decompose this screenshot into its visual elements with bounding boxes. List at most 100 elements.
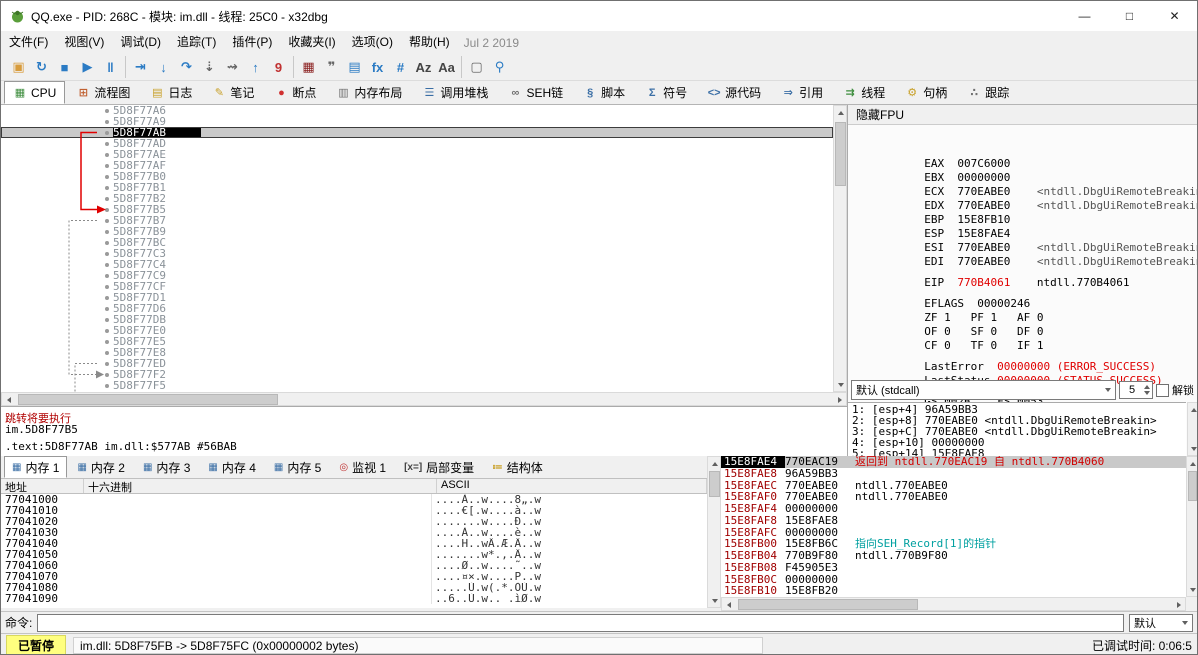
arg-count-stepper[interactable]: 5 <box>1119 381 1153 399</box>
calling-convention-select[interactable]: 默认 (stdcall) <box>851 380 1116 400</box>
scroll-up-icon[interactable] <box>1187 457 1197 470</box>
tab-struct[interactable]: ≔ 结构体 <box>484 456 551 478</box>
stack-row[interactable]: 15E8FB04 770B9F80 ntdll.770B9F80 <box>721 550 1186 562</box>
strings-icon[interactable]: Az <box>412 56 435 78</box>
breakpoint-dot[interactable] <box>101 237 113 248</box>
skip-icon[interactable]: 9 <box>267 56 290 78</box>
memory-row[interactable]: 77041040 1C 04 1E 08 48 8D 04 77 C4 0C C… <box>1 538 707 549</box>
tab-seh[interactable]: ∞ SEH链 <box>499 81 572 104</box>
breakpoint-dot[interactable] <box>101 369 113 380</box>
menu-file[interactable]: 文件(F) <box>1 31 56 54</box>
memory-row[interactable]: 77041020 02 00 0E 00 00 8D 04 77 12 04 1… <box>1 516 707 527</box>
stack-row[interactable]: 15E8FAE8 96A59BB3 <box>721 467 1186 480</box>
stack-row[interactable]: 15E8FAF8 15E8FAE8 <box>721 514 1186 527</box>
tab-trace[interactable]: ∴ 跟踪 <box>958 81 1018 104</box>
breakpoint-dot[interactable] <box>101 325 113 336</box>
breakpoint-dot[interactable] <box>101 358 113 369</box>
disasm-horizontal-scrollbar[interactable] <box>1 392 847 406</box>
breakpoint-dot[interactable] <box>101 138 113 149</box>
call-arguments-list[interactable]: 1: [esp+4] 96A59BB3 2: [esp+8] 770EABE0 <… <box>848 402 1186 456</box>
memory-row[interactable]: 77041030 0C 00 0E 00 C0 8B 04 77 05 00 0… <box>1 527 707 538</box>
restart-icon[interactable]: ↻ <box>30 56 53 78</box>
stack-row[interactable]: 15E8FB10 15E8FB20 <box>721 585 1186 597</box>
scroll-thumb[interactable] <box>738 599 918 610</box>
args-vertical-scrollbar[interactable] <box>1187 402 1197 456</box>
breakpoint-dot[interactable] <box>101 193 113 204</box>
breakpoint-dot[interactable] <box>101 160 113 171</box>
call-argument[interactable]: 5: [esp+14] 15E8FAE8 <box>852 448 1186 456</box>
memory-window-icon[interactable]: ▢ <box>465 56 488 78</box>
scroll-up-icon[interactable] <box>1188 403 1197 416</box>
tab-dump-4[interactable]: ▦ 内存 4 <box>200 456 263 478</box>
scroll-right-icon[interactable] <box>833 393 846 406</box>
scroll-thumb[interactable] <box>835 122 846 186</box>
tab-log[interactable]: ▤ 日志 <box>141 81 201 104</box>
scroll-down-icon[interactable] <box>834 378 847 391</box>
memory-dump[interactable]: 77041000 16 04 13 08 C0 8B 04 77 14 00 1… <box>1 494 707 608</box>
breakpoint-dot[interactable] <box>101 336 113 347</box>
memory-row[interactable]: 77041070 08 00 0A 00 A4 D7 04 77 18 00 1… <box>1 571 707 582</box>
stop-icon[interactable]: ■ <box>53 56 76 78</box>
scroll-thumb[interactable] <box>18 394 278 405</box>
stack-row[interactable]: 15E8FAF4 00000000 <box>721 503 1186 515</box>
tab-notes[interactable]: ✎ 笔记 <box>203 81 263 104</box>
stack-row[interactable]: 15E8FAE4 770EAC19 返回到 ntdll.770EAC19 自 n… <box>721 456 1186 468</box>
tab-handles[interactable]: ⚙ 句柄 <box>896 81 956 104</box>
disassembly-view[interactable]: 5D8F77A6 897D F4 mov dword ptr ss:[ebp-C… <box>1 105 833 392</box>
memory-row[interactable]: 77041050 1C 00 1E 00 14 8D 04 77 2A 0C 2… <box>1 549 707 560</box>
menu-debug[interactable]: 调试(D) <box>112 31 169 54</box>
scroll-thumb[interactable] <box>709 471 720 497</box>
memory-row[interactable]: 77041060 08 00 0A 00 D8 8B 04 77 02 04 0… <box>1 560 707 571</box>
menu-view[interactable]: 视图(V) <box>56 31 112 54</box>
tab-cpu[interactable]: ▦ CPU <box>4 81 66 104</box>
run-to-user-code-icon[interactable]: ⇥ <box>129 56 152 78</box>
scroll-thumb[interactable] <box>1188 471 1197 501</box>
run-icon[interactable]: ▶ <box>76 56 99 78</box>
execute-till-return-icon[interactable]: ↑ <box>244 56 267 78</box>
tab-threads[interactable]: ⇉ 线程 <box>834 81 894 104</box>
tab-memory-map[interactable]: ▥ 内存布局 <box>327 81 411 104</box>
breakpoint-dot[interactable] <box>101 259 113 270</box>
breakpoint-dot[interactable] <box>101 248 113 259</box>
memory-row[interactable]: 77041080 1C 00 1E 00 0C D9 04 77 28 00 2… <box>1 582 707 593</box>
tab-breakpoints[interactable]: ● 断点 <box>265 81 325 104</box>
hash-icon[interactable]: # <box>389 56 412 78</box>
comments-icon[interactable]: ❞ <box>320 56 343 78</box>
breakpoint-dot[interactable] <box>101 226 113 237</box>
unlock-checkbox[interactable]: 解锁 <box>1156 382 1196 398</box>
tab-locals[interactable]: [x=] 局部变量 <box>396 456 482 478</box>
breakpoint-dot[interactable] <box>101 292 113 303</box>
tab-dump-5[interactable]: ▦ 内存 5 <box>266 456 329 478</box>
breakpoint-dot[interactable] <box>101 281 113 292</box>
breakpoint-dot[interactable] <box>101 171 113 182</box>
breakpoint-dot[interactable] <box>101 347 113 358</box>
scroll-down-icon[interactable] <box>1187 583 1197 596</box>
menu-trace[interactable]: 追踪(T) <box>169 31 224 54</box>
stack-horizontal-scrollbar[interactable] <box>721 597 1186 611</box>
font-icon[interactable]: Aa <box>435 56 458 78</box>
tab-graph[interactable]: ⊞ 流程图 <box>67 81 139 104</box>
scroll-up-icon[interactable] <box>834 106 847 119</box>
open-file-icon[interactable]: ▣ <box>7 56 30 78</box>
step-into-icon[interactable]: ↓ <box>152 56 175 78</box>
breakpoint-dot[interactable] <box>101 215 113 226</box>
scroll-up-icon[interactable] <box>708 457 721 470</box>
tab-call-stack[interactable]: ☰ 调用堆栈 <box>413 81 497 104</box>
breakpoint-dot[interactable] <box>101 149 113 160</box>
breakpoint-dot[interactable] <box>101 127 113 138</box>
maximize-button[interactable]: □ <box>1107 2 1152 31</box>
menu-plugins[interactable]: 插件(P) <box>224 31 280 54</box>
scroll-left-icon[interactable] <box>2 393 15 406</box>
functions-icon[interactable]: fx <box>366 56 389 78</box>
memory-row[interactable]: 77041000 16 04 13 08 C0 8B 04 77 14 00 1… <box>1 494 707 505</box>
disasm-vertical-scrollbar[interactable] <box>833 105 847 392</box>
labels-icon[interactable]: ▤ <box>343 56 366 78</box>
tab-script[interactable]: § 脚本 <box>574 81 634 104</box>
pause-icon[interactable]: ‖ <box>99 56 122 78</box>
breakpoint-dot[interactable] <box>101 303 113 314</box>
breakpoint-dot[interactable] <box>101 380 113 391</box>
step-over-icon[interactable]: ↷ <box>175 56 198 78</box>
hide-fpu-button[interactable]: 隐藏FPU <box>848 105 1197 125</box>
breakpoint-dot[interactable] <box>101 270 113 281</box>
menu-favourites[interactable]: 收藏夹(I) <box>280 31 343 54</box>
